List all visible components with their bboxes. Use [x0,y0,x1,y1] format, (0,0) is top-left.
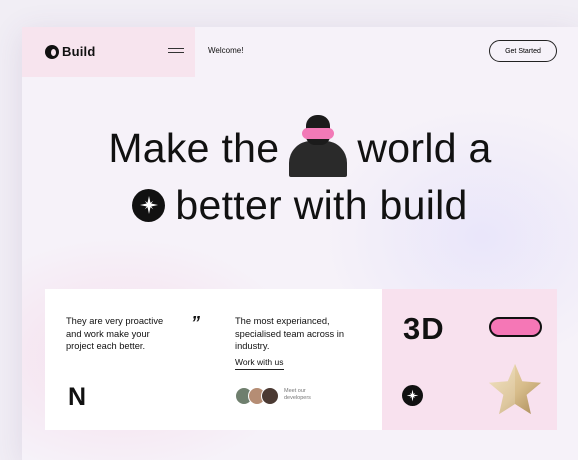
testimonial-text: They are very proactive and work make yo… [66,316,164,351]
team-description: The most experianced, specialised team a… [235,316,345,351]
vr-person-image [289,115,348,177]
hero-heading: Make the world a better with build [22,115,578,233]
logo[interactable]: Build [45,44,96,59]
feature-cards: They are very proactive and work make yo… [45,289,557,430]
meet-developers-text: Meet our developers [284,388,311,401]
logo-text: Build [62,44,96,59]
quote-mark: ” [191,313,200,333]
logo-icon [45,44,59,59]
get-started-button[interactable]: Get Started [489,40,557,62]
hero-line1-end: world a [357,125,492,171]
avatar [261,387,279,405]
welcome-text: Welcome! [208,46,244,55]
work-with-us-link[interactable]: Work with us [235,357,284,370]
landing-page: Build Welcome! Get Started Make the worl… [22,27,578,460]
developer-avatars[interactable] [235,387,279,405]
pill-shape [489,317,542,337]
star-icon [488,363,542,415]
hero-line1-start: Make the [108,125,280,171]
menu-icon[interactable] [168,48,184,56]
sparkle-icon [132,188,166,222]
sparkle-icon [402,385,423,406]
hero-line2: better with build [175,182,468,228]
brand-n-logo: N [68,383,86,411]
3d-label: 3D [403,311,445,346]
3d-feature-panel: 3D [382,289,557,430]
